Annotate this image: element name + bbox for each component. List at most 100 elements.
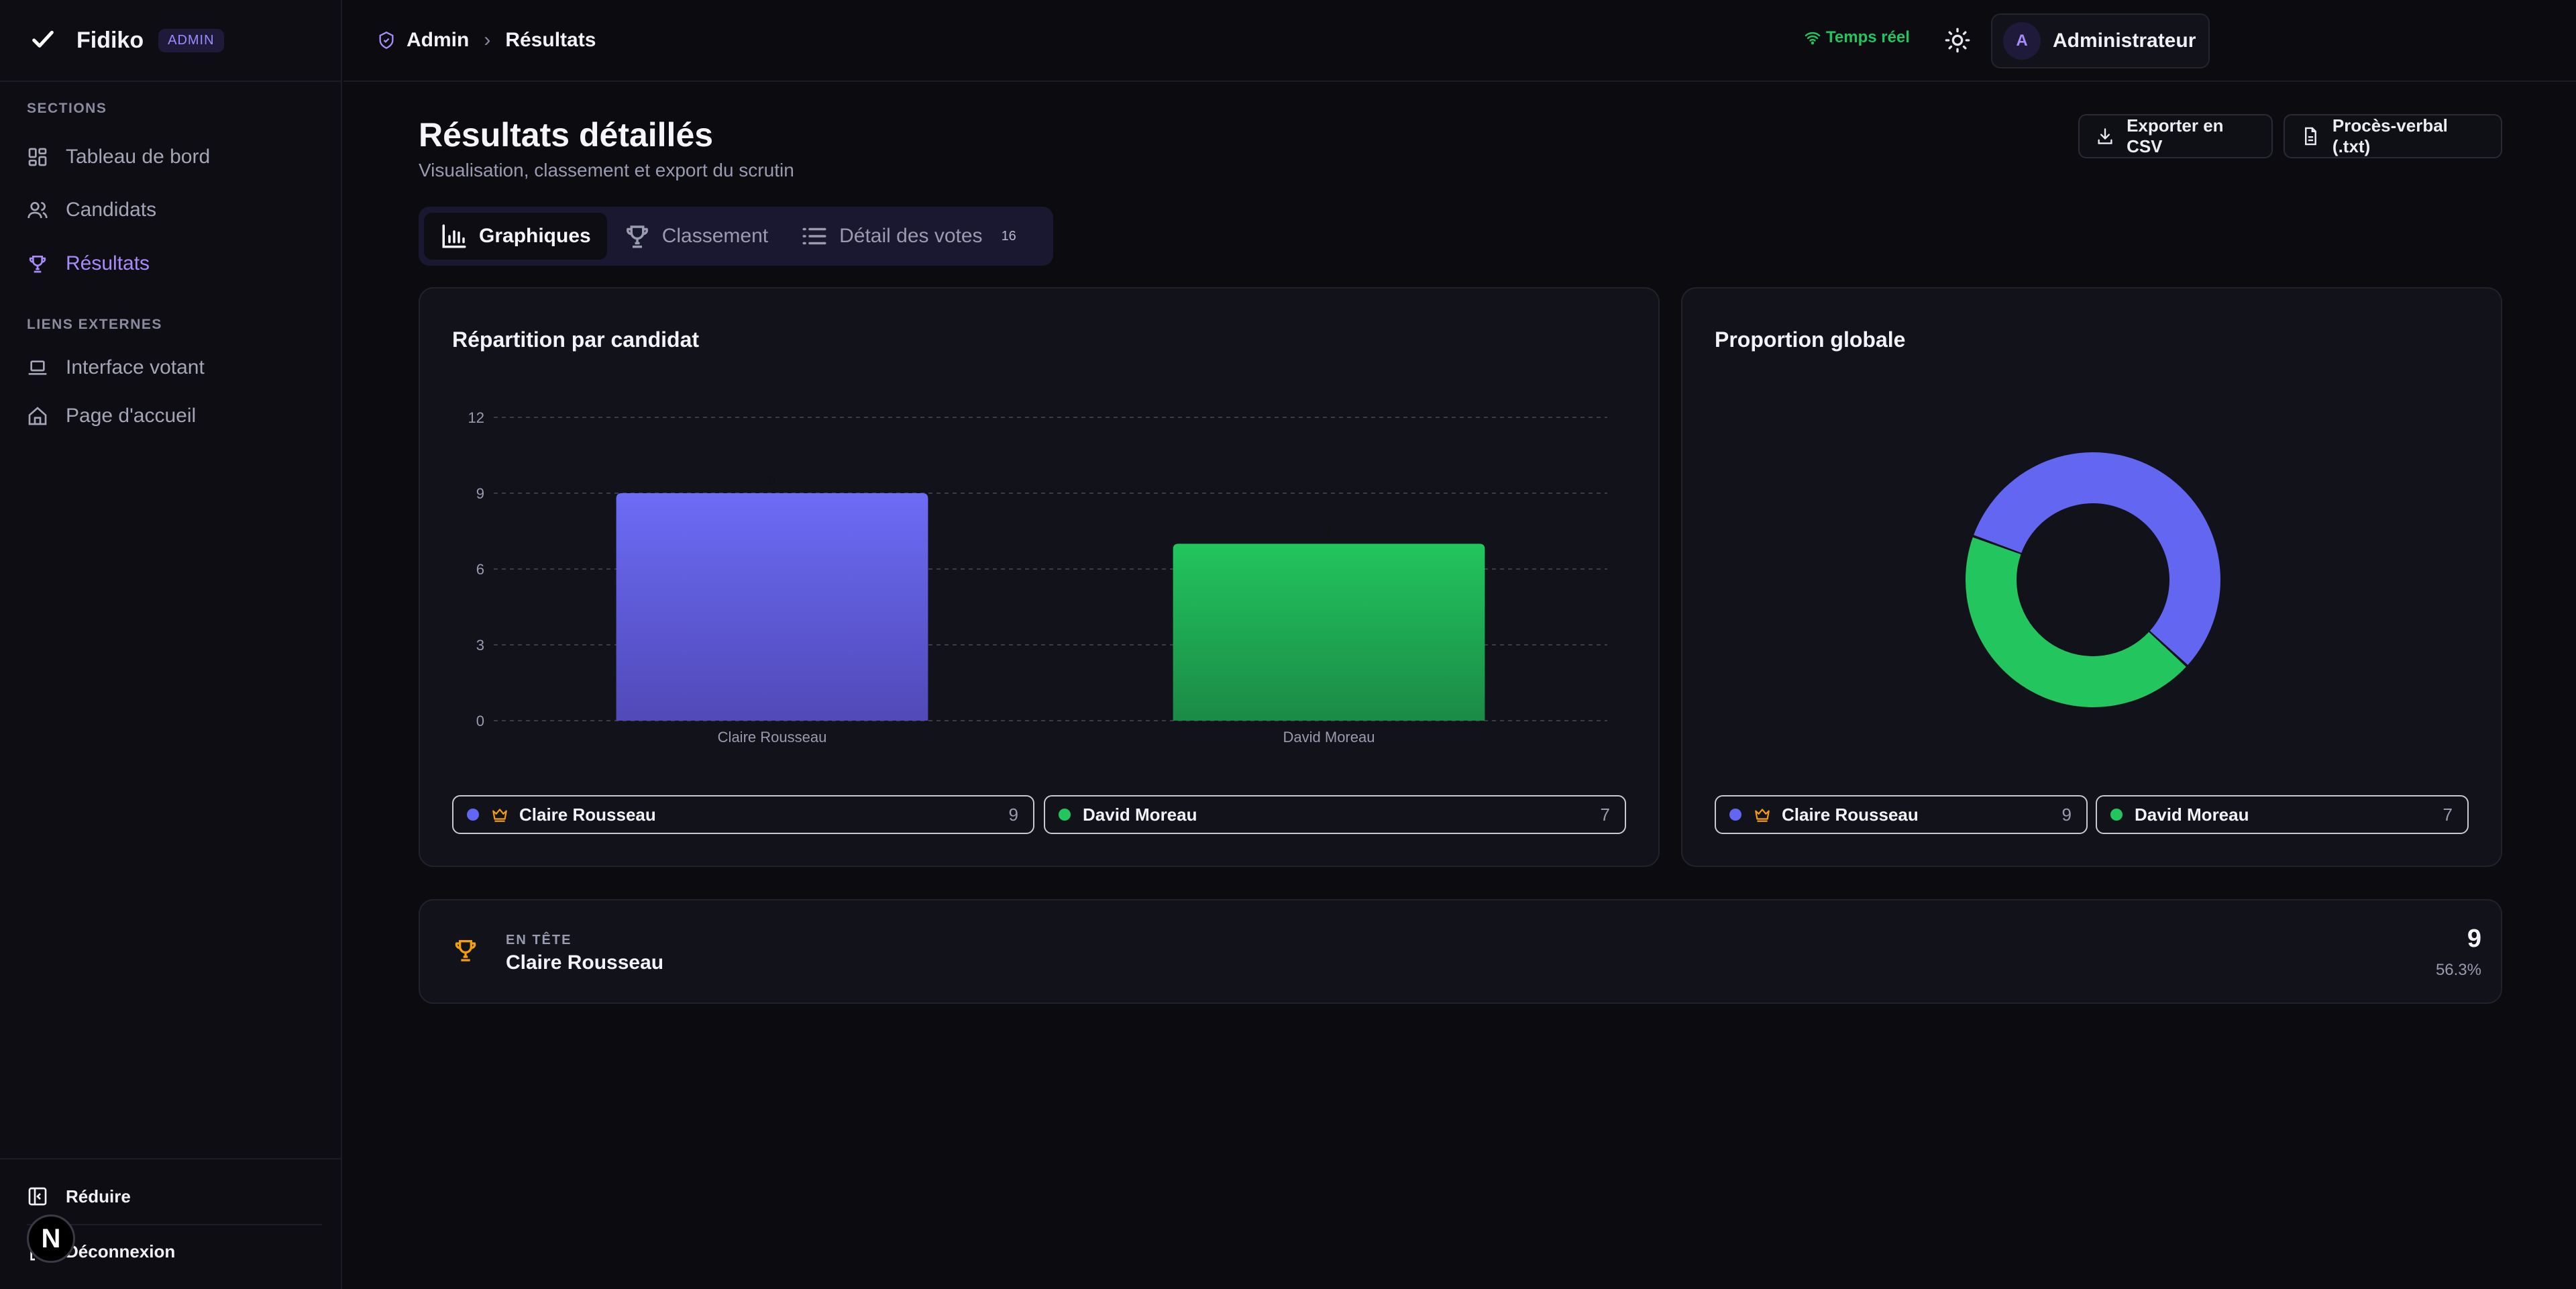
tab-label: Graphiques [479,225,591,247]
y-tick-label: 3 [476,637,484,654]
leader-vote-count: 9 [2467,925,2481,953]
list-icon [802,227,826,245]
x-tick-label: David Moreau [1283,729,1375,745]
crown-icon [492,809,507,822]
sidebar-item-resultats[interactable]: Résultats [27,245,322,282]
tab-graphiques[interactable]: Graphiques [424,213,607,260]
results-tabs: Graphiques Classement Détail des votes 1… [419,207,1053,266]
topbar: Admin › Résultats [343,0,2576,82]
y-tick-label: 0 [476,713,484,729]
check-logo-icon [32,30,54,48]
logout-label: Déconnexion [66,1241,176,1261]
dashboard-icon [28,148,47,166]
pie-legend-item-david-moreau[interactable]: David Moreau 7 [2096,795,2469,834]
legend-dot [1729,809,1741,821]
leader-percent: 56.3% [2435,961,2481,979]
legend-value: 9 [1008,804,1018,825]
home-icon [28,407,47,425]
donut-slice [1966,537,2186,707]
legend-value: 9 [2061,804,2072,825]
bar [616,493,928,721]
sections-label: SECTIONS [27,101,107,116]
shield-icon [379,32,394,49]
sidebar-item-dashboard[interactable]: Tableau de bord [27,138,322,176]
legend-item-claire-rousseau[interactable]: Claire Rousseau 9 [452,795,1034,834]
legend-value: 7 [1600,804,1610,825]
bar-chart-card: Répartition par candidat 0 3 6 9 12 9 Claire R… [419,287,1660,867]
sidebar-item-candidats[interactable]: Candidats [27,191,322,229]
avatar: A [2003,22,2041,60]
sidebar: Fidiko ADMIN SECTIONS Tableau de bord Ca… [0,0,342,1289]
crown-icon [1755,809,1770,822]
sidebar-divider [0,1158,342,1159]
legend-name: Claire Rousseau [519,804,656,825]
export-csv-button[interactable]: Exporter en CSV [2078,114,2273,158]
bar-chart: 0 3 6 9 12 9 Claire Rousseau 7 David Moreau [468,409,1607,745]
legend-dot [467,809,479,821]
legend-name: David Moreau [2135,804,2249,825]
external-links-label: LIENS EXTERNES [27,317,162,332]
legend-item-david-moreau[interactable]: David Moreau 7 [1044,795,1626,834]
trophy-icon [626,225,648,248]
laptop-icon [28,360,47,375]
export-pv-button[interactable]: Procès-verbal (.txt) [2284,114,2502,158]
sidebar-item-label: Candidats [66,199,157,221]
bar-data-label: 7 [1325,524,1332,539]
sidebar-item-accueil[interactable]: Page d'accueil [27,397,322,435]
x-tick-label: Claire Rousseau [718,729,827,745]
brand[interactable]: Fidiko ADMIN [0,0,341,82]
collapse-icon [28,1187,47,1206]
leader-eyebrow: EN TÊTE [506,933,572,947]
bar-chart-icon [442,224,466,248]
tab-label: Classement [661,225,769,247]
bar [1173,544,1485,721]
sidebar-item-label: Page d'accueil [66,405,197,427]
live-status: Temps réel [1805,28,1910,47]
wifi-icon [1805,32,1821,45]
tab-classement[interactable]: Classement [607,213,784,260]
download-icon [2098,128,2112,144]
page-subtitle: Visualisation, classement et export du s… [419,160,794,181]
user-menu-button[interactable]: A Administrateur [1991,13,2210,68]
sidebar-item-label: Tableau de bord [66,146,211,168]
legend-name: Claire Rousseau [1782,804,1919,825]
admin-badge: ADMIN [158,28,224,52]
sidebar-item-interface-votant[interactable]: Interface votant [27,349,322,386]
votes-count-badge: 16 [1001,228,1016,244]
collapse-label: Réduire [66,1186,131,1206]
file-text-icon [2305,127,2316,146]
breadcrumb-admin[interactable]: Admin [407,29,469,52]
live-label: Temps réel [1826,28,1910,46]
collapse-button[interactable]: Réduire [27,1178,322,1215]
donut-chart [1966,452,2220,707]
bar-data-label: 9 [768,474,775,488]
legend-value: 7 [2443,804,2453,825]
pie-chart-card: Proportion globale Claire Rousseau 9 Dav… [1681,287,2502,867]
users-icon [28,202,48,219]
tab-label: Détail des votes [839,225,983,247]
export-pv-label: Procès-verbal (.txt) [2332,115,2448,156]
nextjs-badge[interactable]: N [27,1215,75,1263]
sun-icon[interactable] [1944,27,1971,54]
legend-name: David Moreau [1083,804,1197,825]
brand-name: Fidiko [76,27,144,53]
leader-card [419,899,2502,1004]
trophy-icon [29,256,46,273]
y-tick-label: 12 [468,409,484,426]
tab-detail-votes[interactable]: Détail des votes 16 [784,213,1032,260]
trophy-icon [455,940,476,962]
sidebar-item-label: Interface votant [66,356,205,378]
leader-name: Claire Rousseau [506,951,664,974]
legend-dot [2110,809,2123,821]
user-name: Administrateur [2053,30,2196,52]
page-title: Résultats détaillés [419,116,714,154]
legend-dot [1059,809,1071,821]
breadcrumb: Admin › Résultats [377,29,596,52]
y-tick-label: 6 [476,561,484,578]
breadcrumb-separator-icon: › [484,29,491,51]
pie-legend-item-claire-rousseau[interactable]: Claire Rousseau 9 [1715,795,2088,834]
export-csv-label: Exporter en CSV [2127,115,2224,156]
breadcrumb-current: Résultats [505,29,596,51]
sidebar-item-label: Résultats [66,252,150,274]
y-tick-label: 9 [476,485,484,502]
